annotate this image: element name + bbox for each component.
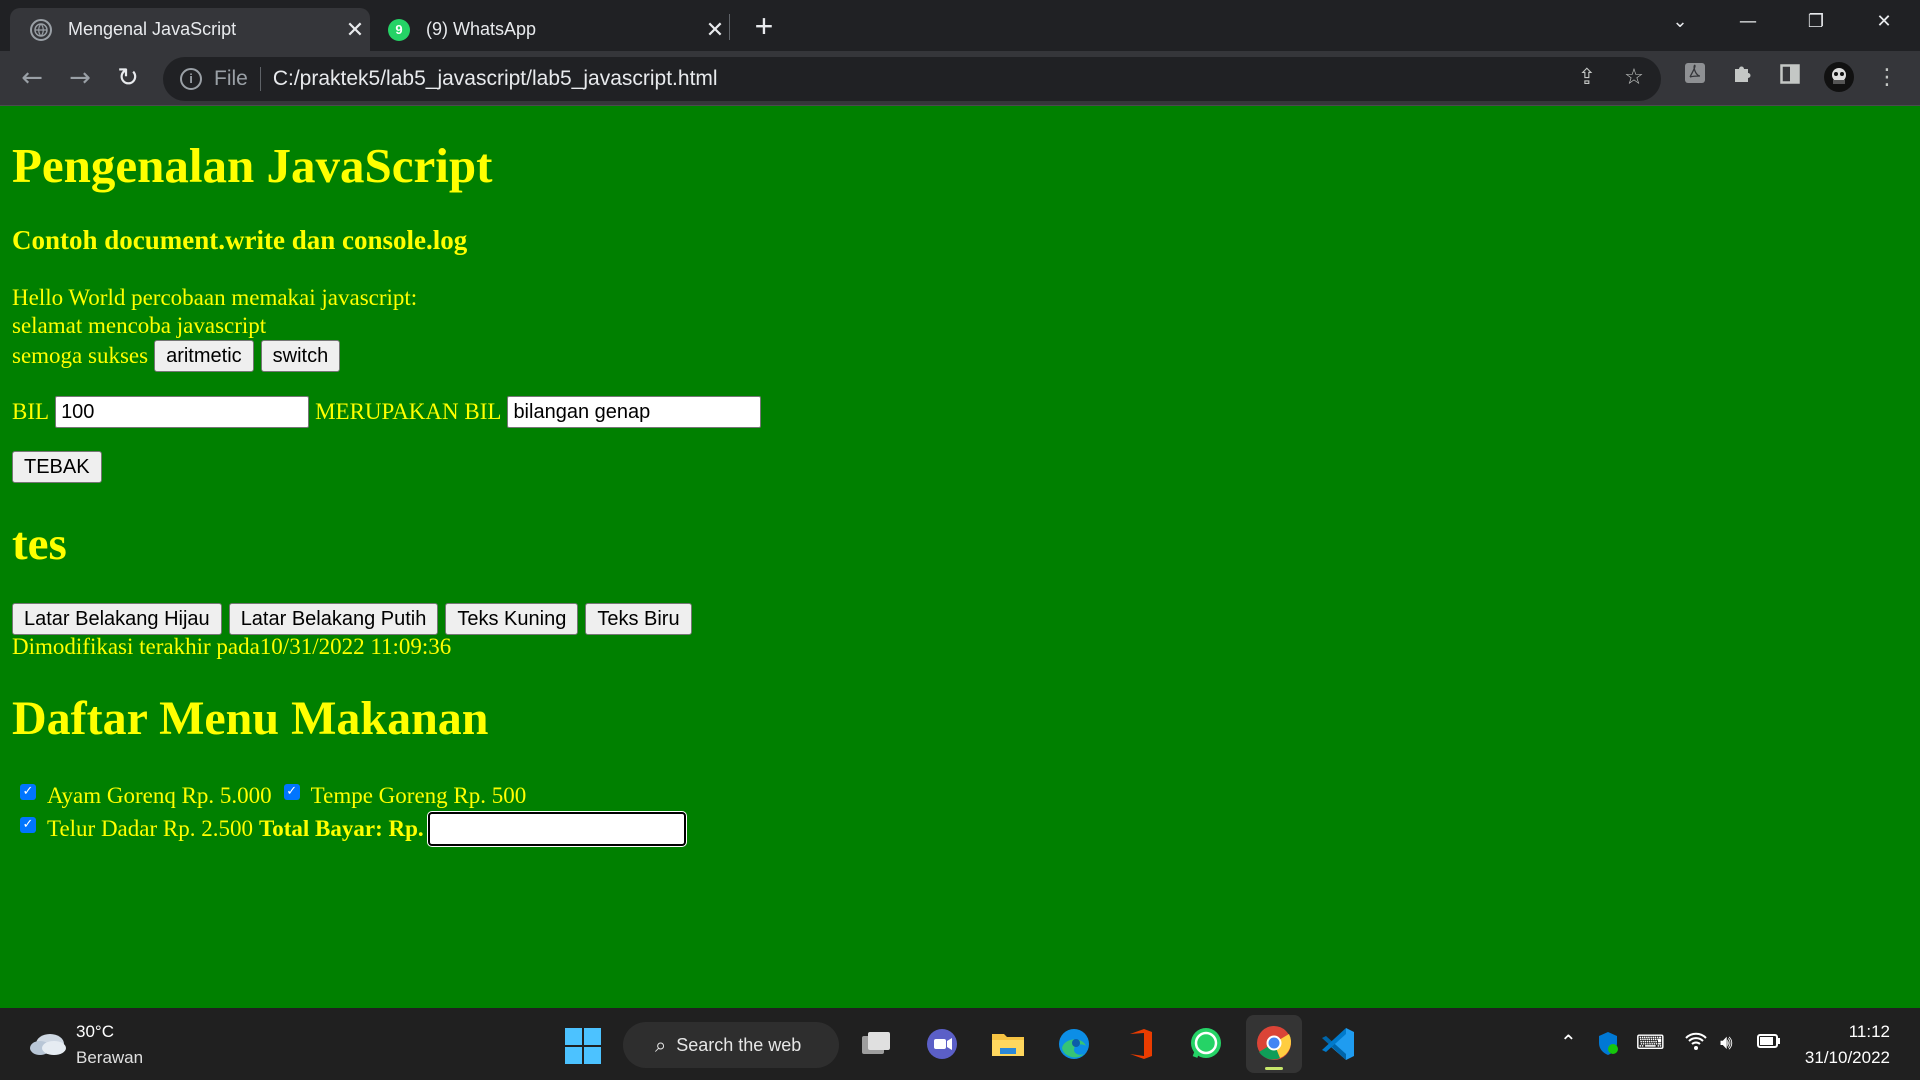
checkbox-tempe-goreng[interactable]: ✓	[283, 784, 300, 800]
battery-icon[interactable]	[1756, 1030, 1782, 1057]
globe-icon	[30, 18, 52, 41]
url-text[interactable]: C:/praktek5/lab5_javascript/lab5_javascr…	[273, 67, 718, 91]
tab-whatsapp[interactable]: 9 (9) WhatsApp ✕	[370, 8, 730, 51]
task-view-icon[interactable]	[856, 1024, 896, 1064]
bil-input[interactable]: 100	[55, 396, 310, 428]
aritmetic-button[interactable]: aritmetic	[154, 340, 254, 372]
cloud-weather-icon[interactable]	[28, 1028, 68, 1056]
url-scheme: File	[214, 67, 248, 90]
tab-title: Mengenal JavaScript	[68, 19, 237, 39]
show-hidden-icons-chevron[interactable]: ⌃	[1560, 1030, 1577, 1054]
output-line-3: semoga sukses aritmetic switch	[12, 340, 347, 372]
total-label: Total Bayar: Rp.	[258, 816, 424, 841]
windows-start-icon[interactable]	[565, 1028, 601, 1064]
output-line-2: selamat mencoba javascript	[12, 313, 267, 338]
restore-icon[interactable]: ❐	[1794, 8, 1838, 36]
tab-close-icon[interactable]: ✕	[700, 17, 730, 43]
new-tab-button[interactable]: +	[748, 8, 780, 44]
taskbar: 30°C Berawan ⌕ Search the web ⌃ ⌨ 🔊︎ 11:…	[0, 1008, 1920, 1080]
back-arrow-icon[interactable]: ←	[14, 61, 50, 97]
office-icon[interactable]	[1120, 1024, 1160, 1064]
tab-strip: Mengenal JavaScript ✕ 9 (9) WhatsApp ✕ +…	[0, 0, 1920, 51]
menu-row-1: ✓ Ayam Gorenq Rp. 5.000 ✓ Tempe Goreng R…	[12, 783, 526, 809]
vscode-app-icon[interactable]	[1318, 1024, 1358, 1064]
page-title: Pengenalan JavaScript	[12, 138, 493, 193]
whatsapp-app-icon[interactable]	[1186, 1024, 1226, 1064]
weather-temperature[interactable]: 30°C	[76, 1022, 114, 1042]
weather-description[interactable]: Berawan	[76, 1048, 143, 1068]
bil-row: BIL 100 MERUPAKAN BIL bilangan genap	[12, 396, 762, 428]
menu-item-label: Telur Dadar Rp. 2.500	[47, 816, 253, 841]
tes-heading: tes	[12, 518, 67, 570]
bookmark-star-icon[interactable]: ☆	[1617, 61, 1651, 95]
wifi-icon[interactable]	[1684, 1030, 1708, 1057]
switch-button[interactable]: switch	[260, 340, 341, 372]
merupakan-label: MERUPAKAN BIL	[315, 399, 502, 424]
color-buttons-row: Latar Belakang Hijau Latar Belakang Puti…	[12, 603, 699, 635]
clock-date[interactable]: 31/10/2022	[1790, 1048, 1890, 1068]
address-bar[interactable]: i File C:/praktek5/lab5_javascript/lab5_…	[163, 57, 1661, 101]
close-window-icon[interactable]: ✕	[1862, 8, 1906, 36]
clock-time[interactable]: 11:12	[1830, 1022, 1890, 1042]
menu-row-2: ✓ Telur Dadar Rp. 2.500 Total Bayar: Rp.	[12, 812, 686, 846]
taskbar-search[interactable]: ⌕ Search the web	[623, 1022, 839, 1068]
menu-heading: Daftar Menu Makanan	[12, 692, 489, 745]
tab-mengenal-javascript[interactable]: Mengenal JavaScript ✕	[10, 8, 370, 51]
green-background-button[interactable]: Latar Belakang Hijau	[12, 603, 222, 635]
yellow-text-button[interactable]: Teks Kuning	[445, 603, 579, 635]
menu-item-label: Ayam Gorenq Rp. 5.000	[47, 783, 272, 808]
output-line-1: Hello World percobaan memakai javascript…	[12, 285, 418, 310]
reload-icon[interactable]: ↻	[110, 61, 146, 97]
whatsapp-badge: 9	[395, 22, 403, 37]
edge-browser-icon[interactable]	[1054, 1024, 1094, 1064]
side-panel-icon[interactable]	[1773, 61, 1807, 95]
volume-icon[interactable]: 🔊︎	[1720, 1030, 1733, 1054]
chrome-app-icon[interactable]	[1246, 1015, 1302, 1073]
checkbox-telur-dadar[interactable]: ✓	[20, 817, 36, 833]
page-subtitle: Contoh document.write dan console.log	[12, 225, 468, 255]
result-input[interactable]: bilangan genap	[507, 396, 762, 428]
tebak-button[interactable]: TEBAK	[12, 451, 102, 483]
tebak-row: TEBAK	[12, 451, 109, 483]
blue-text-button[interactable]: Teks Biru	[585, 603, 692, 635]
total-input[interactable]	[427, 812, 686, 846]
keyboard-icon[interactable]: ⌨	[1636, 1030, 1665, 1054]
profile-avatar[interactable]	[1822, 61, 1856, 95]
web-page: Pengenalan JavaScript Contoh document.wr…	[0, 107, 1920, 1007]
share-icon[interactable]: ⇪	[1570, 61, 1604, 95]
teams-chat-icon[interactable]	[922, 1024, 962, 1064]
output-line-3-text: semoga sukses	[12, 343, 149, 368]
info-icon[interactable]: i	[180, 68, 202, 90]
more-menu-icon[interactable]: ⋮	[1870, 61, 1904, 95]
search-placeholder: Search the web	[676, 1034, 802, 1055]
menu-item-label: Tempe Goreng Rp. 500	[310, 783, 527, 808]
forward-arrow-icon[interactable]: →	[62, 61, 98, 97]
security-shield-icon[interactable]	[1596, 1030, 1620, 1061]
minimize-icon[interactable]: —	[1726, 8, 1770, 36]
bil-label: BIL	[12, 399, 50, 424]
tab-search-chevron-icon[interactable]: ⌄	[1658, 8, 1702, 36]
file-explorer-icon[interactable]	[988, 1024, 1028, 1064]
white-background-button[interactable]: Latar Belakang Putih	[228, 603, 439, 635]
omnibox-divider	[259, 67, 261, 91]
tab-divider	[729, 14, 730, 40]
whatsapp-icon: 9	[388, 18, 410, 41]
tab-title: (9) WhatsApp	[426, 19, 537, 39]
checkbox-ayam-goreng[interactable]: ✓	[20, 784, 36, 800]
extensions-puzzle-icon[interactable]	[1726, 61, 1760, 95]
last-modified-text: Dimodifikasi terakhir pada10/31/2022 11:…	[12, 634, 452, 659]
pdf-extension-icon[interactable]	[1678, 61, 1712, 95]
tab-close-icon[interactable]: ✕	[340, 17, 370, 43]
search-icon: ⌕	[655, 1033, 667, 1057]
browser-toolbar: ← → ↻ i File C:/praktek5/lab5_javascript…	[0, 51, 1920, 106]
